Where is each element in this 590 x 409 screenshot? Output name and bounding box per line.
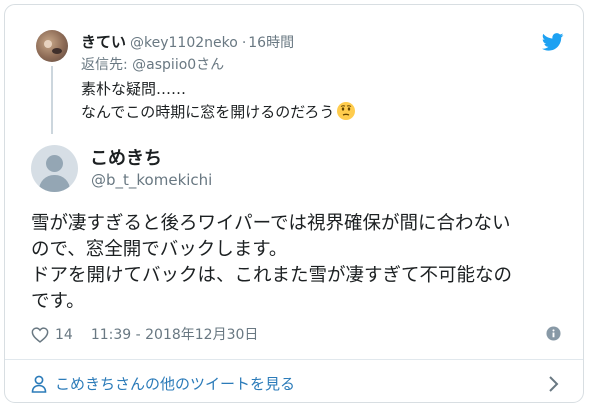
main-handle[interactable]: @b_t_komekichi: [91, 171, 212, 190]
tweet-timestamp[interactable]: 11:39 - 2018年12月30日: [91, 325, 259, 345]
twitter-bird-icon[interactable]: [542, 33, 564, 51]
tweet-meta-row: 14 11:39 - 2018年12月30日: [31, 325, 258, 345]
footer-divider: [5, 359, 583, 360]
parent-text-line: 素朴な疑問……: [81, 80, 187, 98]
reply-to-handle[interactable]: @aspiio0さん: [132, 57, 224, 73]
embedded-tweet-card: きてい @key1102neko · 16時間 返信先: @aspiio0さん 素朴な…: [4, 4, 584, 403]
main-avatar[interactable]: [31, 145, 78, 192]
main-text-line: です。: [31, 291, 85, 312]
thinking-face-emoji-icon: [337, 102, 356, 120]
parent-handle[interactable]: @key1102neko: [130, 35, 238, 51]
main-tweet-text: 雪が凄すぎると後ろワイパーでは視界確保が間に合わない ので、窓全開でバックします…: [31, 211, 571, 315]
person-icon: [31, 375, 47, 393]
more-tweets-label[interactable]: こめきちさんの他のツイートを見る: [55, 373, 295, 394]
like-count[interactable]: 14: [55, 325, 73, 345]
parent-tweet-text: 素朴な疑問…… なんでこの時期に窓を開けるのだろう: [81, 78, 356, 124]
parent-text-line: なんでこの時期に窓を開けるのだろう: [81, 101, 356, 124]
more-tweets-link[interactable]: こめきちさんの他のツイートを見る: [31, 373, 295, 394]
parent-separator: ·: [241, 35, 247, 51]
main-text-line: ドアを開けてバックは、これまた雪が凄すぎて不可能なの: [31, 265, 513, 286]
chevron-right-icon[interactable]: [548, 375, 560, 393]
reply-to-label: 返信先:: [81, 57, 133, 73]
info-icon[interactable]: [546, 326, 561, 341]
reply-to-line: 返信先: @aspiio0さん: [81, 56, 224, 74]
parent-avatar[interactable]: [36, 30, 68, 62]
parent-display-name[interactable]: きてい: [81, 33, 126, 51]
main-display-name[interactable]: こめきち: [90, 148, 162, 170]
parent-tweet-header: きてい @key1102neko · 16時間: [81, 33, 294, 52]
main-text-line: ので、窓全開でバックします。: [31, 239, 288, 260]
thread-connector-line: [51, 66, 53, 134]
heart-icon[interactable]: [31, 327, 49, 343]
main-text-line: 雪が凄すぎると後ろワイパーでは視界確保が間に合わない: [31, 213, 511, 234]
parent-timestamp[interactable]: 16時間: [248, 35, 294, 51]
